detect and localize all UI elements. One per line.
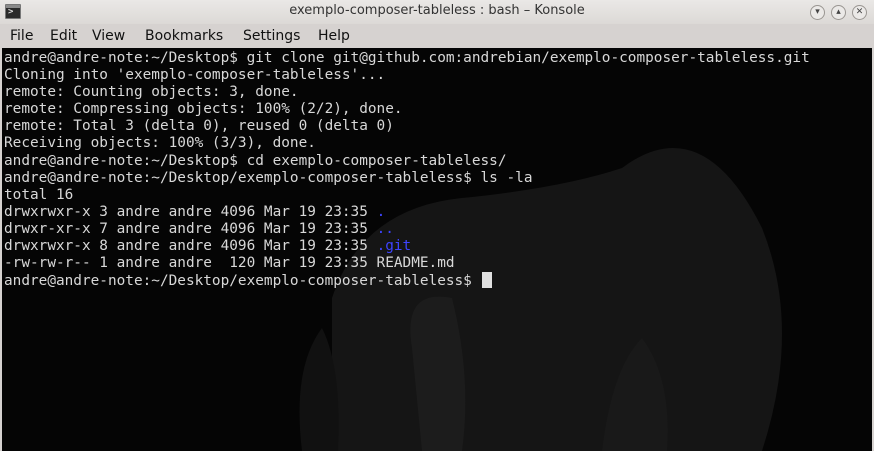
maximize-icon: ▴	[836, 7, 841, 17]
terminal-line: -rw-rw-r-- 1 andre andre 120 Mar 19 23:3…	[4, 255, 455, 272]
ls-entry-attrs: drwxrwxr-x 8 andre andre 4096 Mar 19 23:…	[4, 238, 377, 255]
ls-entry-attrs: drwxrwxr-x 3 andre andre 4096 Mar 19 23:…	[4, 203, 377, 220]
minimize-icon: ▾	[815, 7, 820, 17]
menu-file[interactable]: File	[10, 28, 33, 44]
terminal-line: total 16	[4, 186, 74, 203]
menu-settings[interactable]: Settings	[243, 28, 300, 44]
terminal-output: andre@andre-note:~/Desktop$ git clone gi…	[4, 50, 810, 289]
title-bar[interactable]: exemplo-composer-tableless : bash – Kons…	[0, 0, 874, 25]
ls-entry-dir: ..	[376, 220, 394, 237]
terminal-line: remote: Counting objects: 3, done.	[4, 84, 299, 101]
ls-entry-dir: .	[376, 203, 386, 220]
terminal-line: Receiving objects: 100% (3/3), done.	[4, 135, 316, 152]
menu-bar: File Edit View Bookmarks Settings Help	[0, 24, 874, 48]
terminal-line: andre@andre-note:~/Desktop$ cd exemplo-c…	[4, 152, 507, 169]
ls-entry-dir: .git	[376, 238, 412, 255]
terminal-line: remote: Compressing objects: 100% (2/2),…	[4, 101, 403, 118]
menu-bookmarks[interactable]: Bookmarks	[145, 28, 223, 44]
ls-entry-attrs: drwxr-xr-x 7 andre andre 4096 Mar 19 23:…	[4, 220, 377, 237]
text-cursor	[481, 272, 492, 289]
terminal-line: drwxr-xr-x 7 andre andre 4096 Mar 19 23:…	[4, 221, 810, 238]
terminal-line: drwxrwxr-x 8 andre andre 4096 Mar 19 23:…	[4, 238, 810, 255]
menu-help[interactable]: Help	[318, 28, 350, 44]
close-icon: ✕	[855, 7, 864, 17]
terminal-area[interactable]: andre@andre-note:~/Desktop$ git clone gi…	[2, 48, 872, 451]
terminal-line: remote: Total 3 (delta 0), reused 0 (del…	[4, 118, 394, 135]
terminal-line: andre@andre-note:~/Desktop/exemplo-compo…	[4, 169, 533, 186]
terminal-line: andre@andre-note:~/Desktop$ git clone gi…	[4, 50, 810, 66]
menu-edit[interactable]: Edit	[50, 28, 77, 44]
close-button[interactable]: ✕	[852, 5, 867, 20]
window-title: exemplo-composer-tableless : bash – Kons…	[289, 3, 585, 18]
menu-view[interactable]: View	[92, 28, 125, 44]
terminal-line: drwxrwxr-x 3 andre andre 4096 Mar 19 23:…	[4, 204, 810, 221]
maximize-button[interactable]: ▴	[831, 5, 846, 20]
terminal-line: Cloning into 'exemplo-composer-tableless…	[4, 67, 386, 84]
terminal-line: andre@andre-note:~/Desktop/exemplo-compo…	[4, 272, 810, 289]
minimize-button[interactable]: ▾	[810, 5, 825, 20]
prompt: andre@andre-note:~/Desktop/exemplo-compo…	[4, 273, 481, 290]
